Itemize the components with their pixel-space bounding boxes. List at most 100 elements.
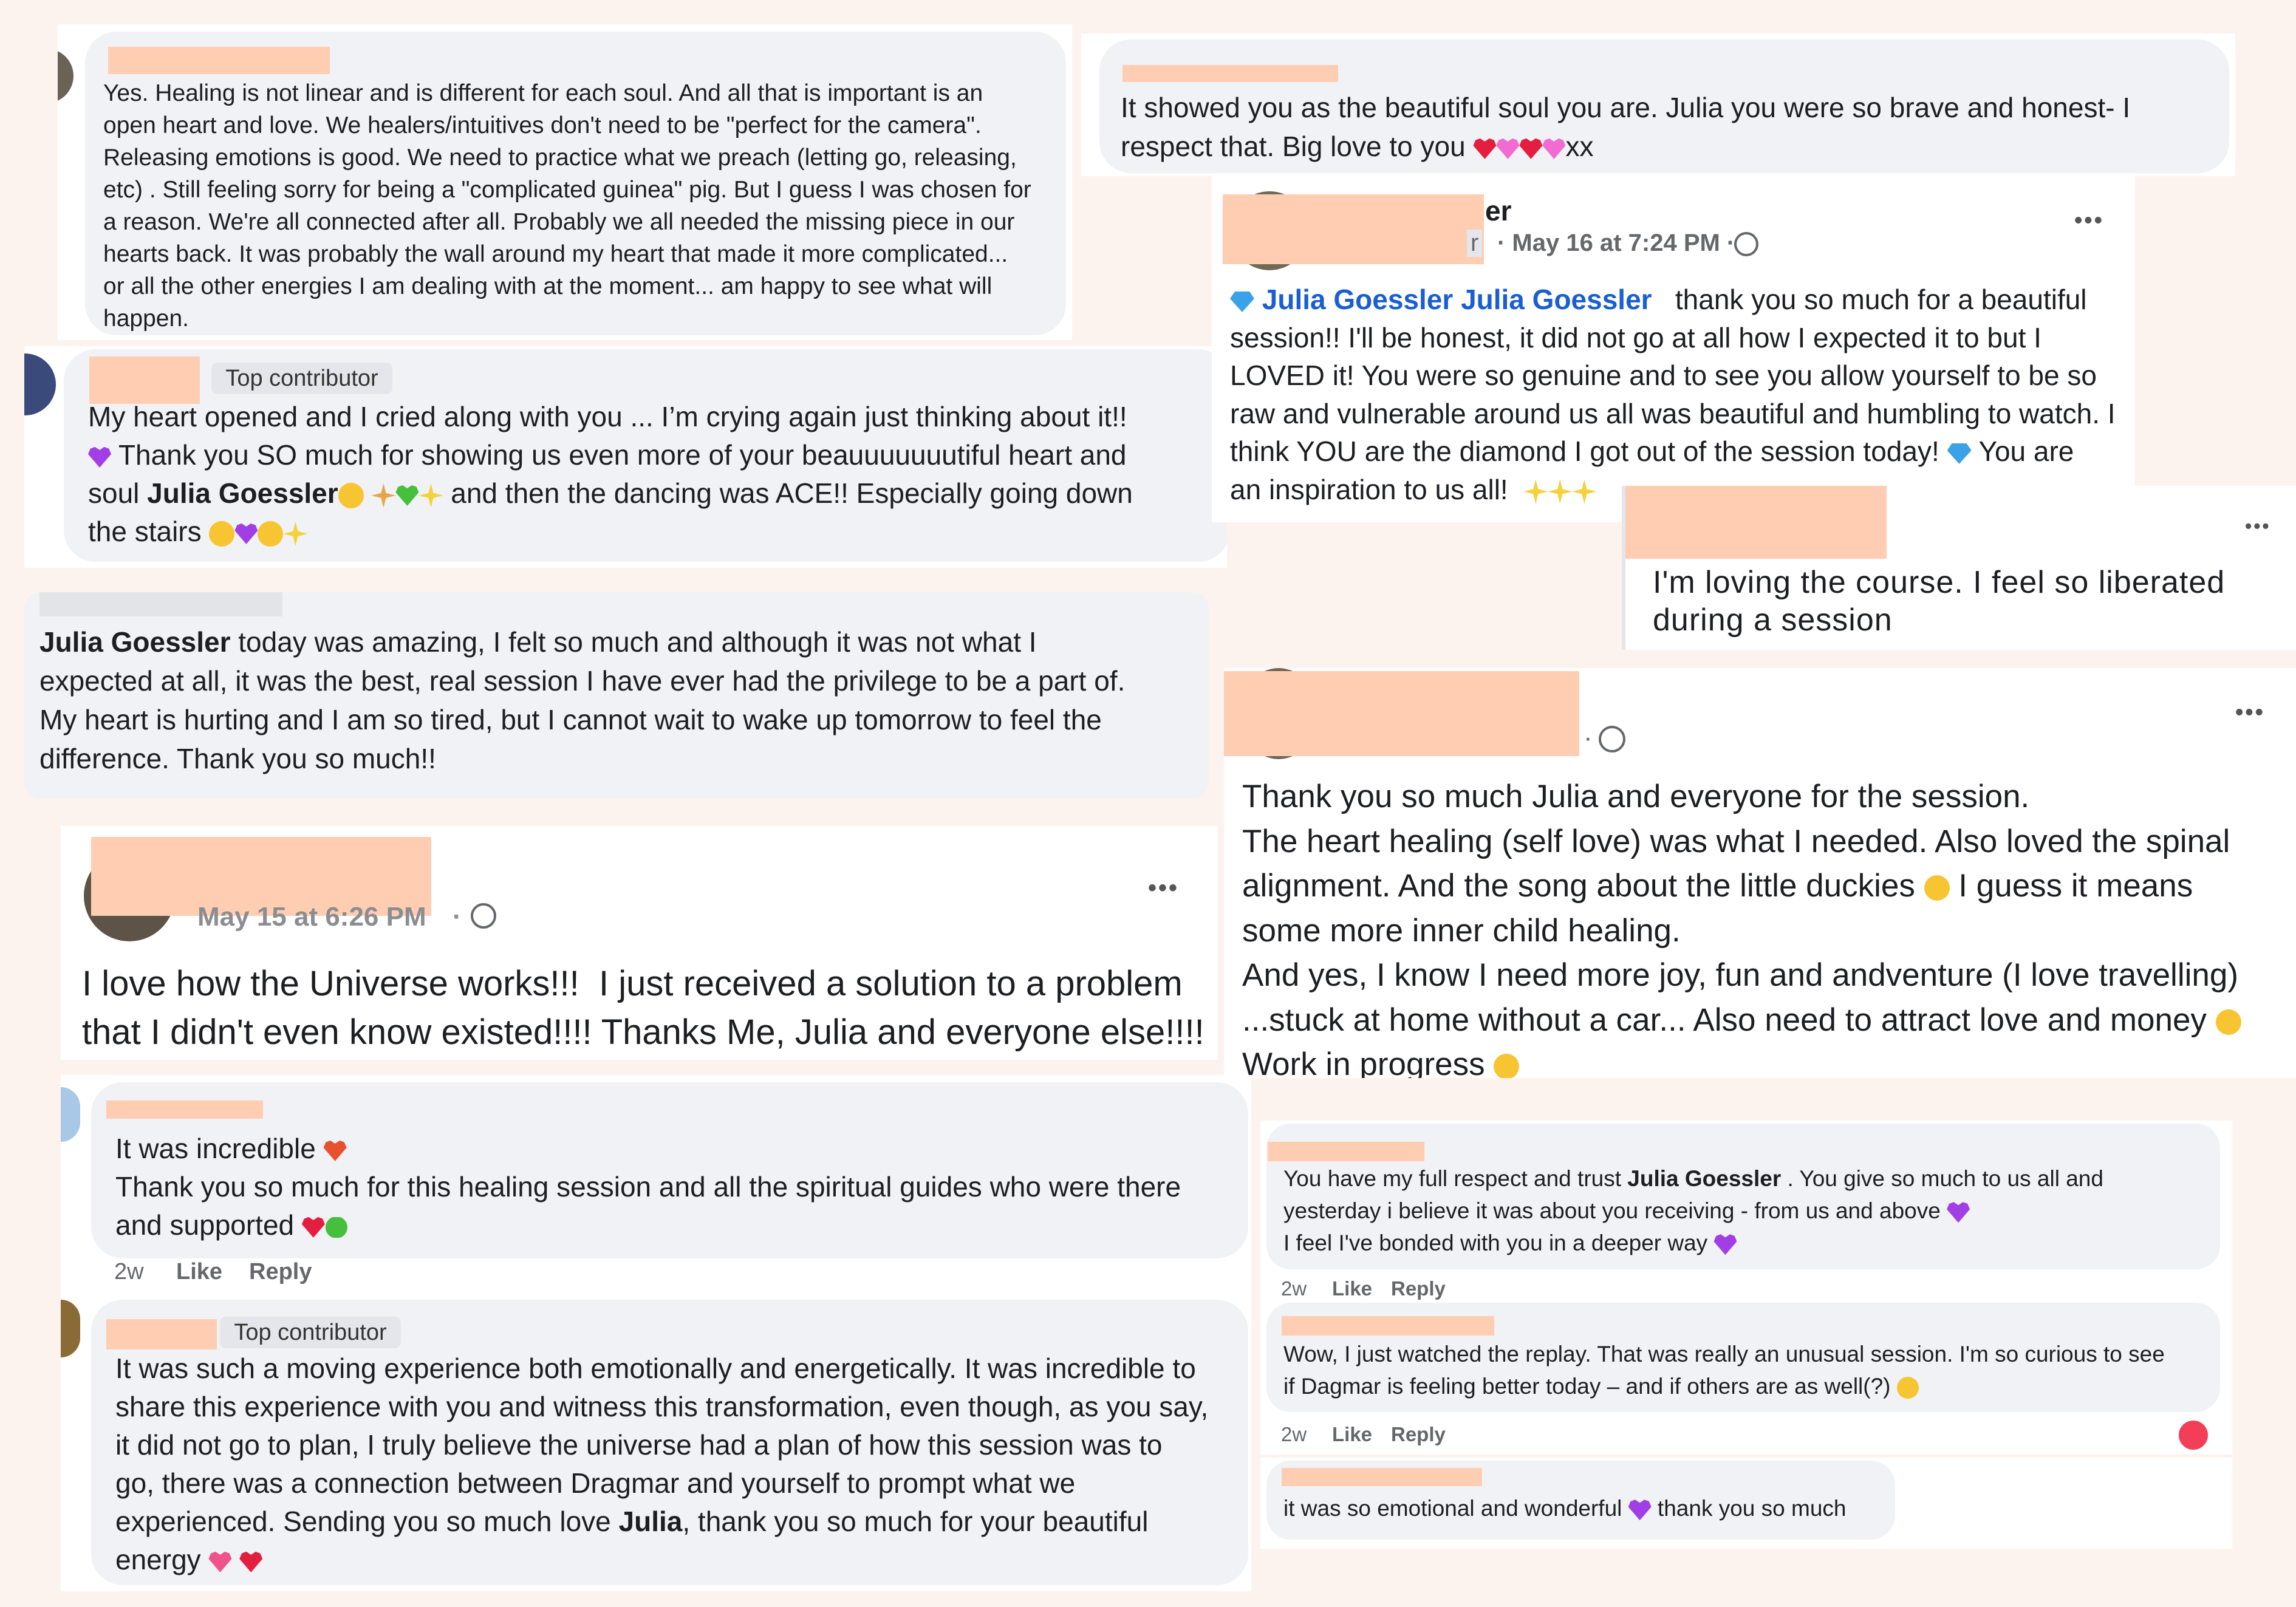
- sparkles-icon: [1572, 479, 1597, 504]
- redacted-name: [1223, 194, 1484, 264]
- comment-text-part: It showed you as the beautiful soul you …: [1121, 92, 2131, 162]
- purple-heart-icon: [1628, 1500, 1652, 1521]
- heart-on-fire-icon: [323, 1140, 347, 1161]
- comment-card-2: Top contributor My heart opened and I cr…: [24, 346, 1227, 568]
- pink-heart-icon: [1496, 138, 1520, 159]
- comment-bubble: It showed you as the beautiful soul you …: [1099, 39, 2229, 173]
- redacted-name: [1282, 1316, 1494, 1336]
- mention-julia[interactable]: Julia: [619, 1506, 683, 1537]
- tag-julia-goessler[interactable]: Julia Goessler: [1461, 284, 1652, 315]
- gem-icon: [1947, 443, 1972, 464]
- comment-bubble: You have my full respect and trust Julia…: [1266, 1124, 2220, 1269]
- author-role-suffix: r: [1467, 230, 1483, 257]
- reply-button[interactable]: Reply: [249, 1259, 312, 1285]
- grinning-sweat-icon: [209, 520, 235, 547]
- avatar[interactable]: [61, 1087, 80, 1142]
- green-heart-icon: [395, 485, 419, 506]
- reply-button[interactable]: Reply: [1391, 1423, 1446, 1446]
- gem-icon: [1230, 291, 1254, 312]
- comment-text-part: xx: [1565, 131, 1594, 162]
- more-options-button[interactable]: •••: [1148, 875, 1179, 902]
- comment-text: It was such a moving experience both emo…: [115, 1349, 1245, 1579]
- redacted-name: [106, 1100, 263, 1119]
- purple-heart-icon: [1713, 1234, 1737, 1255]
- more-options-button[interactable]: •••: [2245, 515, 2271, 537]
- redacted-name: [1282, 1468, 1482, 1486]
- comment-text-part: You have my full respect and trust: [1283, 1166, 1628, 1191]
- comment-bubble: Wow, I just watched the replay. That was…: [1266, 1303, 2220, 1412]
- post-text-part: Work in progress: [1242, 1046, 1485, 1078]
- comment-text-part: Wow, I just watched the replay. That was…: [1283, 1342, 2165, 1399]
- more-options-button[interactable]: •••: [2235, 700, 2265, 726]
- red-heart-icon: [1519, 138, 1543, 159]
- mention-julia-goessler[interactable]: Julia Goessler: [147, 477, 338, 509]
- top-contributor-badge: Top contributor: [220, 1317, 401, 1348]
- post-card-8: er r · May 16 at 7:24 PM · ••• Julia Goe…: [1212, 176, 2135, 522]
- post-text: I love how the Universe works!!! I just …: [82, 964, 1204, 1052]
- mending-heart-icon: [301, 1216, 325, 1238]
- redacted-name: [39, 592, 282, 616]
- comment-text: I'm loving the course. I feel so liberat…: [1653, 565, 2226, 638]
- top-contributor-badge: Top contributor: [211, 363, 392, 394]
- redacted-name: [89, 357, 200, 404]
- globe-icon: [471, 903, 496, 929]
- comment-text: Yes. Healing is not linear and is differ…: [103, 80, 1031, 332]
- glowing-star-icon: [283, 521, 308, 546]
- comment-bubble: It was incredible Thank you so much for …: [91, 1082, 1248, 1258]
- comment-text: My heart opened and I cried along with y…: [88, 398, 1224, 551]
- comment-bubble: Top contributor It was such a moving exp…: [91, 1300, 1248, 1585]
- avatar[interactable]: [58, 49, 73, 103]
- post-date[interactable]: · May 16 at 7:24 PM ·: [1497, 230, 1735, 257]
- tag-julia-goessler[interactable]: Julia Goessler: [1262, 284, 1454, 315]
- comment-card-1: Yes. Healing is not linear and is differ…: [58, 24, 1072, 340]
- comment-time[interactable]: 2w: [1281, 1423, 1307, 1446]
- comment-card-9: ••• I'm loving the course. I feel so lib…: [1622, 486, 2296, 650]
- post-text: Julia Goessler Julia Goessler thank you …: [1230, 281, 2129, 508]
- comment-text: Julia Goessler today was amazing, I felt…: [39, 623, 1194, 778]
- sparkles-icon: [419, 483, 443, 508]
- red-heart-icon: [1473, 138, 1497, 159]
- four-leaf-clover-icon: [325, 1216, 347, 1238]
- comment-bubble: Top contributor My heart opened and I cr…: [64, 349, 1227, 562]
- comment-text-part: Thank you so much for this healing sessi…: [115, 1171, 1181, 1241]
- comment-text-part: I feel I've bonded with you in a deeper …: [1283, 1230, 1708, 1255]
- slightly-smiling-face-icon: [2215, 1009, 2241, 1035]
- comment-card-5: It was incredible Thank you so much for …: [61, 1075, 1251, 1300]
- comment-text: You have my full respect and trust Julia…: [1283, 1162, 2213, 1259]
- globe-icon: [1734, 232, 1758, 256]
- avatar[interactable]: [61, 1300, 80, 1357]
- like-button[interactable]: Like: [1332, 1423, 1372, 1446]
- comment-card-12: Wow, I just watched the replay. That was…: [1260, 1303, 2232, 1455]
- like-button[interactable]: Like: [1332, 1277, 1372, 1300]
- avatar[interactable]: [24, 353, 56, 415]
- post-date[interactable]: May 15 at 6:26 PM: [197, 902, 426, 932]
- comment-card-3: Julia Goessler today was amazing, I felt…: [24, 592, 1209, 799]
- comment-text-part: It was incredible: [115, 1133, 324, 1164]
- redacted-name: [106, 1319, 217, 1349]
- mention-julia-goessler[interactable]: Julia Goessler: [1627, 1166, 1781, 1191]
- sparkles-icon: [1548, 479, 1573, 504]
- more-options-button[interactable]: •••: [2074, 208, 2104, 234]
- globe-icon: [1599, 726, 1625, 752]
- heart-eyes-icon: [338, 482, 364, 508]
- comment-time[interactable]: 2w: [114, 1259, 144, 1285]
- comment-text: It was incredible Thank you so much for …: [115, 1130, 1239, 1244]
- post-text: Thank you so much Julia and everyone for…: [1242, 774, 2296, 1078]
- slightly-smiling-face-icon: [1494, 1054, 1520, 1078]
- post-card-4: May 15 at 6:26 PM · ••• I love how the U…: [61, 826, 1218, 1060]
- comment-text: it was so emotional and wonderful thank …: [1283, 1492, 1891, 1524]
- comment-card-6: Top contributor It was such a moving exp…: [61, 1300, 1251, 1591]
- pink-heart-icon: [1542, 138, 1566, 159]
- slightly-smiling-face-icon: [1924, 875, 1950, 901]
- love-reaction-icon[interactable]: [2176, 1418, 2210, 1452]
- comment-text: Wow, I just watched the replay. That was…: [1283, 1338, 2213, 1402]
- reply-button[interactable]: Reply: [1391, 1277, 1446, 1300]
- comment-card-11: You have my full respect and trust Julia…: [1260, 1121, 2232, 1303]
- mention-julia-goessler[interactable]: Julia Goessler: [39, 626, 231, 658]
- like-button[interactable]: Like: [176, 1259, 222, 1285]
- post-card-10: · ••• Thank you so much Julia and everyo…: [1224, 668, 2296, 1078]
- grinning-sweat-icon: [1896, 1377, 1919, 1399]
- comment-time[interactable]: 2w: [1281, 1277, 1307, 1300]
- author-name-suffix[interactable]: er: [1485, 194, 1511, 227]
- redacted-name: [1224, 671, 1579, 756]
